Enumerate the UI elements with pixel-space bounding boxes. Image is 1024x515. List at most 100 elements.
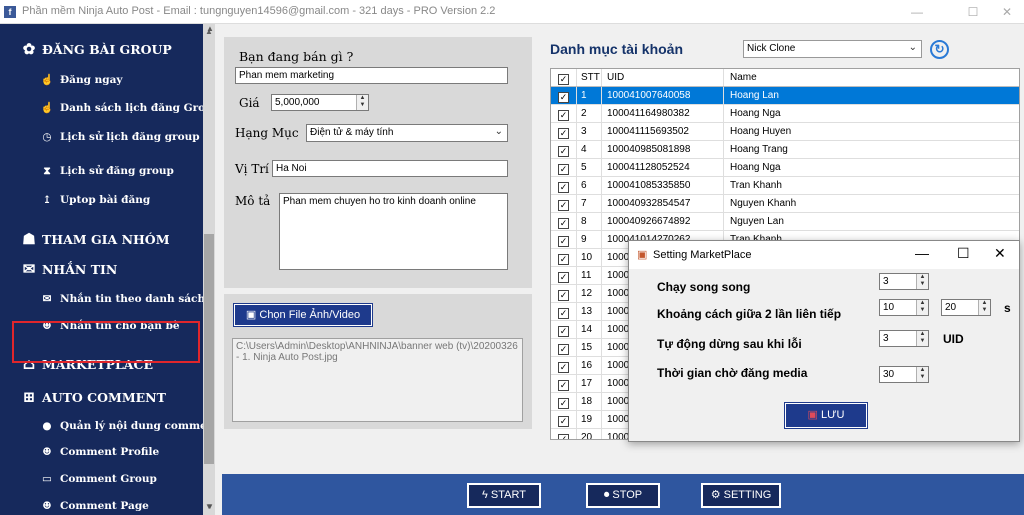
sidebar-item-đăng-bài-group[interactable]: ✿ ĐĂNG BÀI GROUP [20, 40, 215, 58]
row-checkbox[interactable]: ✓ [551, 357, 577, 374]
cell-stt: 3 [577, 123, 602, 140]
row-checkbox[interactable]: ✓ [551, 123, 577, 140]
arrow-up-icon: ↥ [42, 194, 52, 206]
row-checkbox[interactable]: ✓ [551, 213, 577, 230]
refresh-icon[interactable]: ↻ [930, 40, 949, 59]
sidebar-item-label: Lịch sử đăng group [60, 165, 174, 177]
sidebar-item-nhắn-tin[interactable]: ✉ NHẮN TIN [20, 260, 215, 278]
interval-label: Khoảng cách giữa 2 lần liên tiếp [657, 307, 842, 321]
stepper-arrows-icon[interactable]: ▲ ▼ [916, 331, 928, 346]
category-select[interactable]: Điện tử & máy tính ⌄ [306, 124, 508, 142]
start-label: START [490, 489, 526, 501]
table-row[interactable]: ✓ 1 100041007640058 Hoang Lan [551, 87, 1019, 105]
row-checkbox[interactable]: ✓ [551, 303, 577, 320]
row-checkbox[interactable]: ✓ [551, 159, 577, 176]
row-checkbox[interactable]: ✓ [551, 339, 577, 356]
sidebar-item-comment-group[interactable]: ▭ Comment Group [38, 473, 215, 485]
chat-icon: ✉ [22, 260, 36, 278]
sidebar-item-label: ĐĂNG BÀI GROUP [42, 42, 172, 57]
row-checkbox[interactable]: ✓ [551, 249, 577, 266]
sidebar-item-tham-gia-nhóm[interactable]: ☗ THAM GIA NHÓM [20, 230, 215, 248]
table-row[interactable]: ✓ 5 100041128052524 Hoang Nga [551, 159, 1019, 177]
dialog-maximize-button[interactable]: ☐ [957, 245, 970, 262]
stepper-arrows-icon[interactable]: ▲ ▼ [916, 274, 928, 289]
media-path-textarea[interactable]: C:\Users\Admin\Desktop\ANHNINJA\banner w… [232, 338, 523, 422]
description-textarea[interactable]: Phan mem chuyen ho tro kinh doanh online [279, 193, 508, 270]
stepper-arrows-icon[interactable]: ▲ ▼ [916, 367, 928, 382]
row-checkbox[interactable]: ✓ [551, 195, 577, 212]
col-name[interactable]: Name [724, 69, 1019, 86]
table-row[interactable]: ✓ 2 100041164980382 Hoang Nga [551, 105, 1019, 123]
stepper-arrows-icon[interactable]: ▲ ▼ [356, 95, 368, 110]
table-row[interactable]: ✓ 6 100041085335850 Tran Khanh [551, 177, 1019, 195]
row-checkbox[interactable]: ✓ [551, 231, 577, 248]
row-checkbox[interactable]: ✓ [551, 375, 577, 392]
sidebar-item-lịch-sử-lịch-đăng-group[interactable]: ◷ Lịch sử lịch đăng group [38, 131, 215, 143]
row-checkbox[interactable]: ✓ [551, 177, 577, 194]
main-scroll-up-icon[interactable]: ▲ [206, 24, 214, 33]
sidebar-item-đăng-ngay[interactable]: ☝ Đăng ngay [38, 73, 215, 86]
save-button[interactable]: ▣ LƯU [784, 402, 868, 429]
row-checkbox[interactable]: ✓ [551, 321, 577, 338]
dialog-minimize-button[interactable]: — [915, 245, 929, 261]
choose-media-button[interactable]: ▣ Chọn File Ảnh/Video [233, 303, 373, 327]
col-uid[interactable]: UID [602, 69, 724, 86]
row-checkbox[interactable]: ✓ [551, 429, 577, 439]
interval-max-stepper[interactable]: 20 ▲ ▼ [941, 299, 991, 316]
dialog-close-button[interactable]: ✕ [994, 245, 1006, 262]
row-checkbox[interactable]: ✓ [551, 87, 577, 104]
sidebar-item-auto-comment[interactable]: ⊞ AUTO COMMENT [20, 388, 215, 406]
cell-name: Hoang Huyen [724, 123, 1019, 140]
stepper-arrows-icon[interactable]: ▲ ▼ [978, 300, 990, 315]
sidebar-item-comment-profile[interactable]: ☻ Comment Profile [38, 446, 215, 458]
maximize-button[interactable]: ☐ [958, 3, 988, 21]
minimize-button[interactable]: — [902, 3, 932, 21]
table-row[interactable]: ✓ 7 100040932854547 Nguyen Khanh [551, 195, 1019, 213]
start-button[interactable]: ϟ START [467, 483, 541, 508]
interval-min-value: 10 [883, 302, 895, 313]
stop-after-error-stepper[interactable]: 3 ▲ ▼ [879, 330, 929, 347]
cell-stt: 4 [577, 141, 602, 158]
row-checkbox[interactable]: ✓ [551, 267, 577, 284]
setting-button[interactable]: ⚙ SETTING [701, 483, 781, 508]
sidebar-item-danh-sách-lịch-đăng-group[interactable]: ☝ Danh sách lịch đăng Group [38, 101, 215, 114]
check-icon: ✓ [558, 164, 569, 175]
check-icon: ✓ [558, 110, 569, 121]
row-checkbox[interactable]: ✓ [551, 105, 577, 122]
close-button[interactable]: ✕ [992, 3, 1022, 21]
sidebar-item-comment-page[interactable]: ☻ Comment Page [38, 500, 215, 512]
sidebar-item-label: Comment Page [60, 500, 149, 512]
sidebar-item-nhắn-tin-theo-danh-sách-uid[interactable]: ✉ Nhắn tin theo danh sách UID [38, 293, 215, 305]
sidebar-item-quản-lý-nội-dung-comment[interactable]: ● Quản lý nội dung comment [38, 420, 215, 432]
cell-uid: 100041164980382 [602, 105, 724, 122]
user-comment-icon: ☻ [42, 446, 52, 458]
row-checkbox[interactable]: ✓ [551, 411, 577, 428]
select-all-checkbox[interactable]: ✓ [551, 69, 577, 86]
main-scroll-down-icon[interactable]: ▼ [206, 502, 214, 511]
row-checkbox[interactable]: ✓ [551, 141, 577, 158]
product-name-input[interactable]: Phan mem marketing [235, 67, 508, 84]
interval-min-stepper[interactable]: 10 ▲ ▼ [879, 299, 929, 316]
price-stepper[interactable]: 5,000,000 ▲ ▼ [271, 94, 369, 111]
check-icon: ✓ [558, 290, 569, 301]
table-row[interactable]: ✓ 8 100040926674892 Nguyen Lan [551, 213, 1019, 231]
sidebar-scrollbar[interactable]: ▲ ▼ [203, 24, 215, 515]
account-group-select[interactable]: Nick Clone ⌄ [743, 40, 922, 58]
scrollbar-thumb[interactable] [204, 234, 214, 464]
sidebar-item-label: Nhắn tin theo danh sách UID [60, 293, 215, 305]
stop-button[interactable]: ⏺ STOP [586, 483, 660, 508]
location-input[interactable]: Ha Noi [272, 160, 508, 177]
parallel-stepper[interactable]: 3 ▲ ▼ [879, 273, 929, 290]
media-wait-stepper[interactable]: 30 ▲ ▼ [879, 366, 929, 383]
sidebar-item-uptop-bài-đăng[interactable]: ↥ Uptop bài đăng [38, 194, 215, 206]
col-stt[interactable]: STT [577, 69, 602, 86]
stepper-arrows-icon[interactable]: ▲ ▼ [916, 300, 928, 315]
cell-stt: 1 [577, 87, 602, 104]
row-checkbox[interactable]: ✓ [551, 285, 577, 302]
cell-stt: 12 [577, 285, 602, 302]
table-row[interactable]: ✓ 3 100041115693502 Hoang Huyen [551, 123, 1019, 141]
table-row[interactable]: ✓ 4 100040985081898 Hoang Trang [551, 141, 1019, 159]
sidebar-item-lịch-sử-đăng-group[interactable]: ⧗ Lịch sử đăng group [38, 165, 215, 178]
row-checkbox[interactable]: ✓ [551, 393, 577, 410]
title-bar: f Phần mềm Ninja Auto Post - Email : tun… [0, 0, 1024, 24]
